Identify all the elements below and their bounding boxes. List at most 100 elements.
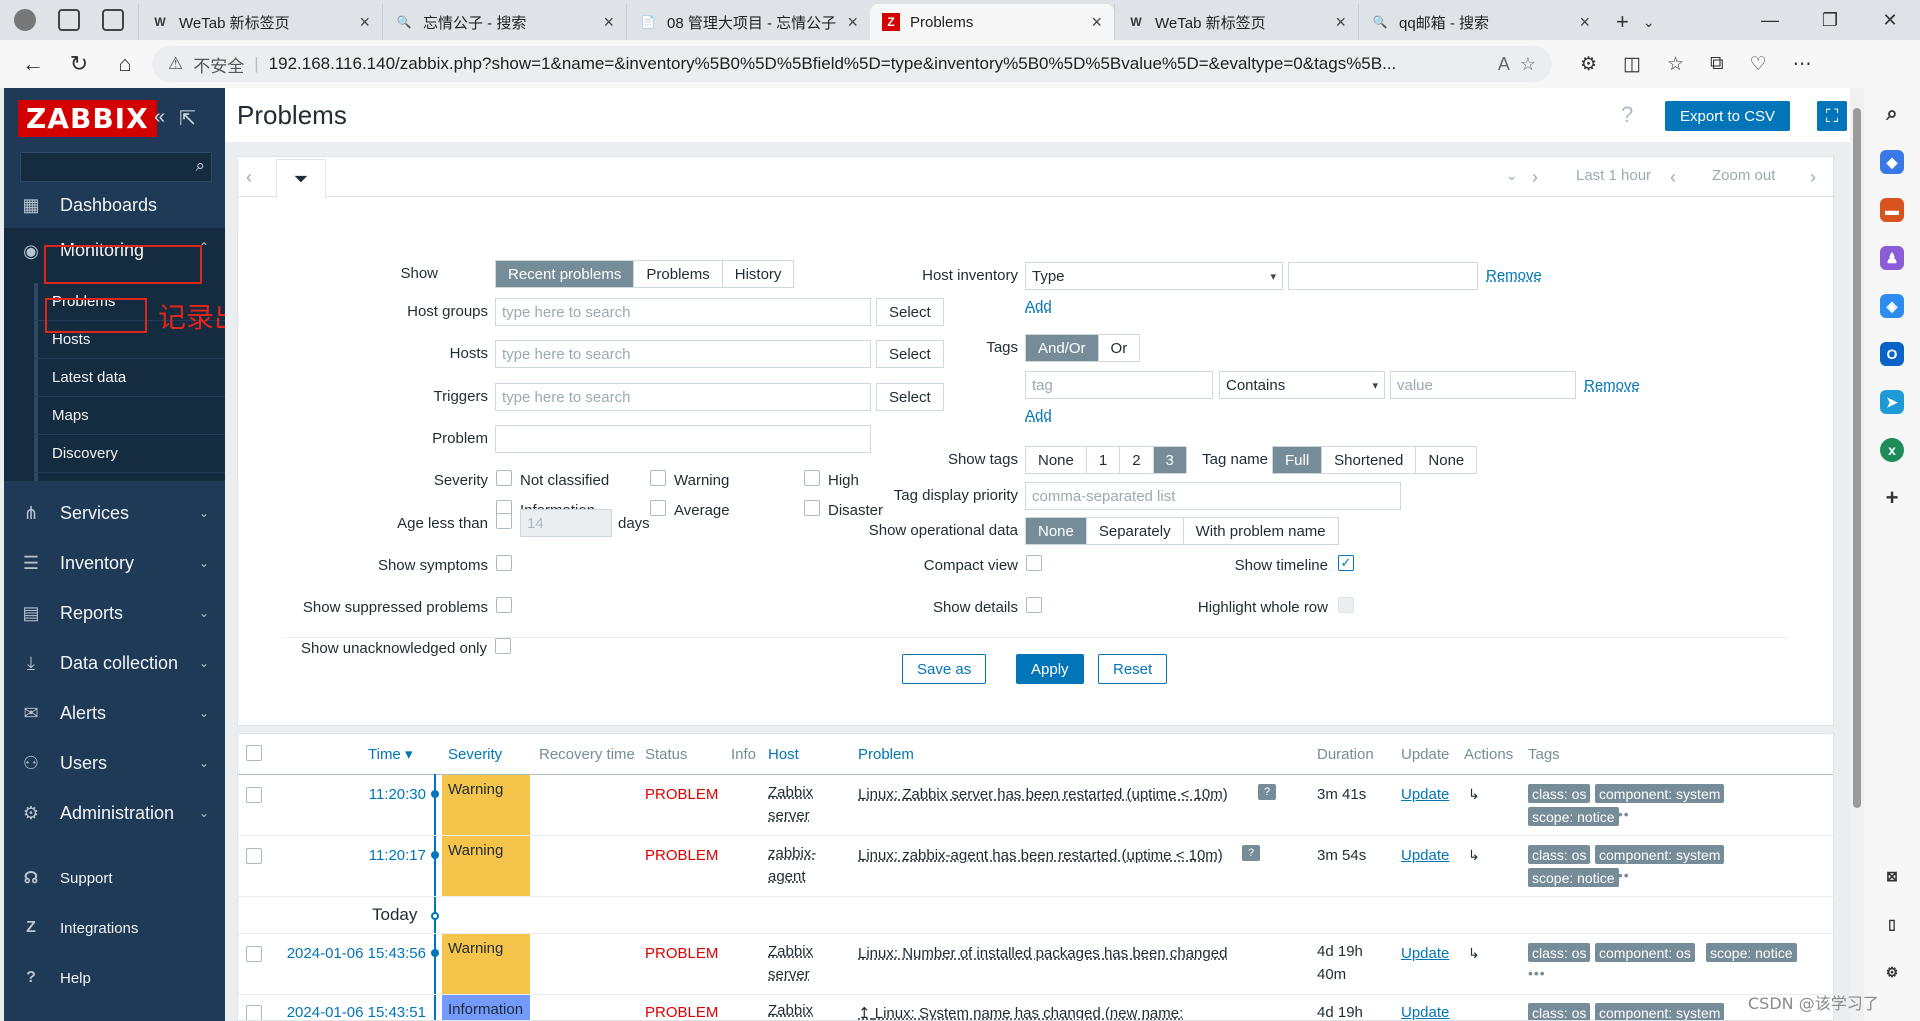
col-problem[interactable]: Problem: [858, 734, 914, 774]
tag-badge[interactable]: component: os: [1595, 943, 1695, 962]
comment-icon[interactable]: ?: [1258, 784, 1276, 800]
tag-name-full[interactable]: Full: [1273, 447, 1322, 473]
row-checkbox[interactable]: [246, 848, 262, 864]
menu-alerts[interactable]: ✉ Alerts ⌄: [4, 688, 225, 738]
problem-time-link[interactable]: 11:20:30: [338, 786, 426, 803]
new-tab-icon[interactable]: +: [1616, 9, 1629, 35]
show-details-checkbox[interactable]: [1026, 597, 1042, 613]
favorites-icon[interactable]: ☆: [1667, 53, 1684, 76]
select-all-checkbox[interactable]: [246, 745, 262, 761]
close-tab-icon[interactable]: ×: [603, 12, 614, 33]
show-symptoms-checkbox[interactable]: [496, 555, 512, 571]
search-icon[interactable]: ⌕: [195, 156, 205, 176]
outlook-icon[interactable]: O: [1880, 342, 1904, 366]
collections-icon[interactable]: ⧉: [1710, 53, 1724, 75]
url-input[interactable]: ⚠ 不安全 | 192.168.116.140/zabbix.php?show=…: [152, 46, 1552, 82]
browser-tab[interactable]: 🔍 qq邮箱 - 搜索 ×: [1358, 4, 1602, 40]
tabs-left-arrow-icon[interactable]: ‹: [246, 167, 252, 188]
sidebar-search-input[interactable]: ⌕: [20, 152, 212, 182]
show-unack-checkbox[interactable]: [495, 638, 511, 654]
opdata-separately[interactable]: Separately: [1085, 518, 1183, 544]
age-checkbox[interactable]: [496, 513, 512, 529]
time-period-tab[interactable]: Last 1 hour: [1576, 167, 1651, 184]
tag-badge[interactable]: class: os: [1528, 845, 1591, 864]
tag-badge[interactable]: class: os: [1528, 1003, 1591, 1020]
help-icon[interactable]: ?: [1621, 102, 1633, 128]
menu-administration[interactable]: ⚙ Administration ⌄: [4, 788, 225, 838]
chevron-down-icon[interactable]: ⌄: [1643, 14, 1655, 31]
show-suppressed-checkbox[interactable]: [496, 597, 512, 613]
highlight-row-checkbox[interactable]: [1338, 597, 1354, 613]
close-tab-icon[interactable]: ×: [359, 12, 370, 33]
favorite-star-icon[interactable]: ☆: [1520, 54, 1536, 75]
host-link[interactable]: zabbix-agent: [768, 842, 816, 888]
menu-services[interactable]: ⋔ Services ⌄: [4, 488, 225, 538]
tag-name-shortened[interactable]: Shortened: [1321, 447, 1416, 473]
problem-time-link[interactable]: 2024-01-06 15:43:51: [258, 1004, 426, 1020]
apply-button[interactable]: Apply: [1016, 654, 1084, 684]
submenu-latest-data[interactable]: Latest data: [34, 359, 225, 397]
menu-integrations[interactable]: Z Integrations: [4, 903, 225, 953]
close-tab-icon[interactable]: ×: [1335, 12, 1346, 33]
tag-priority-input[interactable]: comma-separated list: [1025, 482, 1401, 510]
more-tags-icon[interactable]: •••: [1612, 806, 1630, 822]
show-history[interactable]: History: [721, 261, 794, 287]
inventory-remove-link[interactable]: Remove: [1486, 267, 1542, 284]
menu-users[interactable]: ⚇ Users ⌄: [4, 738, 225, 788]
tag-add-link[interactable]: Add: [1025, 407, 1052, 424]
inventory-add-link[interactable]: Add: [1025, 298, 1052, 315]
actions-icon[interactable]: ↳: [1468, 786, 1480, 803]
show-timeline-checkbox[interactable]: ✓: [1338, 555, 1354, 571]
update-link[interactable]: Update: [1401, 847, 1449, 864]
tag-badge[interactable]: class: os: [1528, 943, 1591, 962]
menu-help[interactable]: ? Help: [4, 953, 225, 1003]
triggers-input[interactable]: type here to search: [495, 383, 871, 411]
show-problems[interactable]: Problems: [633, 261, 722, 287]
performance-icon[interactable]: ♡: [1750, 53, 1767, 76]
browser-tab-active[interactable]: Z Problems ×: [870, 4, 1114, 40]
update-link[interactable]: Update: [1401, 786, 1449, 803]
tag-value-input[interactable]: value: [1390, 371, 1576, 399]
close-tab-icon[interactable]: ×: [847, 12, 858, 33]
show-tags-none[interactable]: None: [1026, 447, 1086, 473]
filter-tab-icon[interactable]: ⏷: [276, 159, 326, 198]
excel-icon[interactable]: x: [1880, 438, 1904, 462]
inventory-value-input[interactable]: [1288, 262, 1478, 290]
triggers-select-button[interactable]: Select: [876, 383, 944, 411]
copilot-icon[interactable]: ◈: [1880, 294, 1904, 318]
menu-inventory[interactable]: ☰ Inventory ⌄: [4, 538, 225, 588]
problem-link[interactable]: Linux: zabbix-agent has been restarted (…: [858, 847, 1223, 864]
update-link[interactable]: Update: [1401, 945, 1449, 962]
host-groups-input[interactable]: type here to search: [495, 298, 871, 326]
update-link[interactable]: Update: [1401, 1004, 1449, 1020]
time-back-icon[interactable]: ‹: [1670, 167, 1676, 188]
col-host[interactable]: Host: [768, 734, 799, 774]
tags-or[interactable]: Or: [1097, 335, 1140, 361]
severity-high-checkbox[interactable]: [804, 470, 820, 486]
tag-badge[interactable]: scope: notice: [1528, 807, 1619, 826]
collapse-sidebar-icon[interactable]: «: [154, 106, 165, 131]
more-tags-icon[interactable]: •••: [1528, 965, 1546, 981]
hosts-input[interactable]: type here to search: [495, 340, 871, 368]
problem-link[interactable]: ↥ Linux: System name has changed (new na…: [858, 1004, 1183, 1020]
tag-badge[interactable]: component: system: [1595, 784, 1725, 803]
tag-operator-select[interactable]: Contains ▾: [1219, 371, 1385, 399]
back-icon[interactable]: ←: [14, 45, 52, 83]
tag-badge[interactable]: scope: notice: [1706, 943, 1797, 962]
menu-support[interactable]: ☊ Support: [4, 853, 225, 903]
menu-reports[interactable]: ▤ Reports ⌄: [4, 588, 225, 638]
problem-input[interactable]: [495, 425, 871, 453]
export-csv-button[interactable]: Export to CSV: [1665, 101, 1791, 131]
menu-data-collection[interactable]: ⤓ Data collection ⌄: [4, 638, 225, 688]
tab-actions-icon[interactable]: [102, 9, 124, 31]
zabbix-logo[interactable]: ZABBIX: [18, 100, 157, 137]
actions-icon[interactable]: ↳: [1468, 847, 1480, 864]
problem-link[interactable]: Linux: Zabbix server has been restarted …: [858, 786, 1228, 803]
tag-name-input[interactable]: tag: [1025, 371, 1213, 399]
host-link[interactable]: Zabbix: [768, 999, 813, 1020]
more-icon[interactable]: ⋯: [1793, 53, 1812, 76]
submenu-discovery[interactable]: Discovery: [34, 435, 225, 473]
extensions-icon[interactable]: ⚙: [1580, 53, 1597, 76]
severity-warning-checkbox[interactable]: [650, 470, 666, 486]
home-icon[interactable]: ⌂: [106, 45, 144, 83]
